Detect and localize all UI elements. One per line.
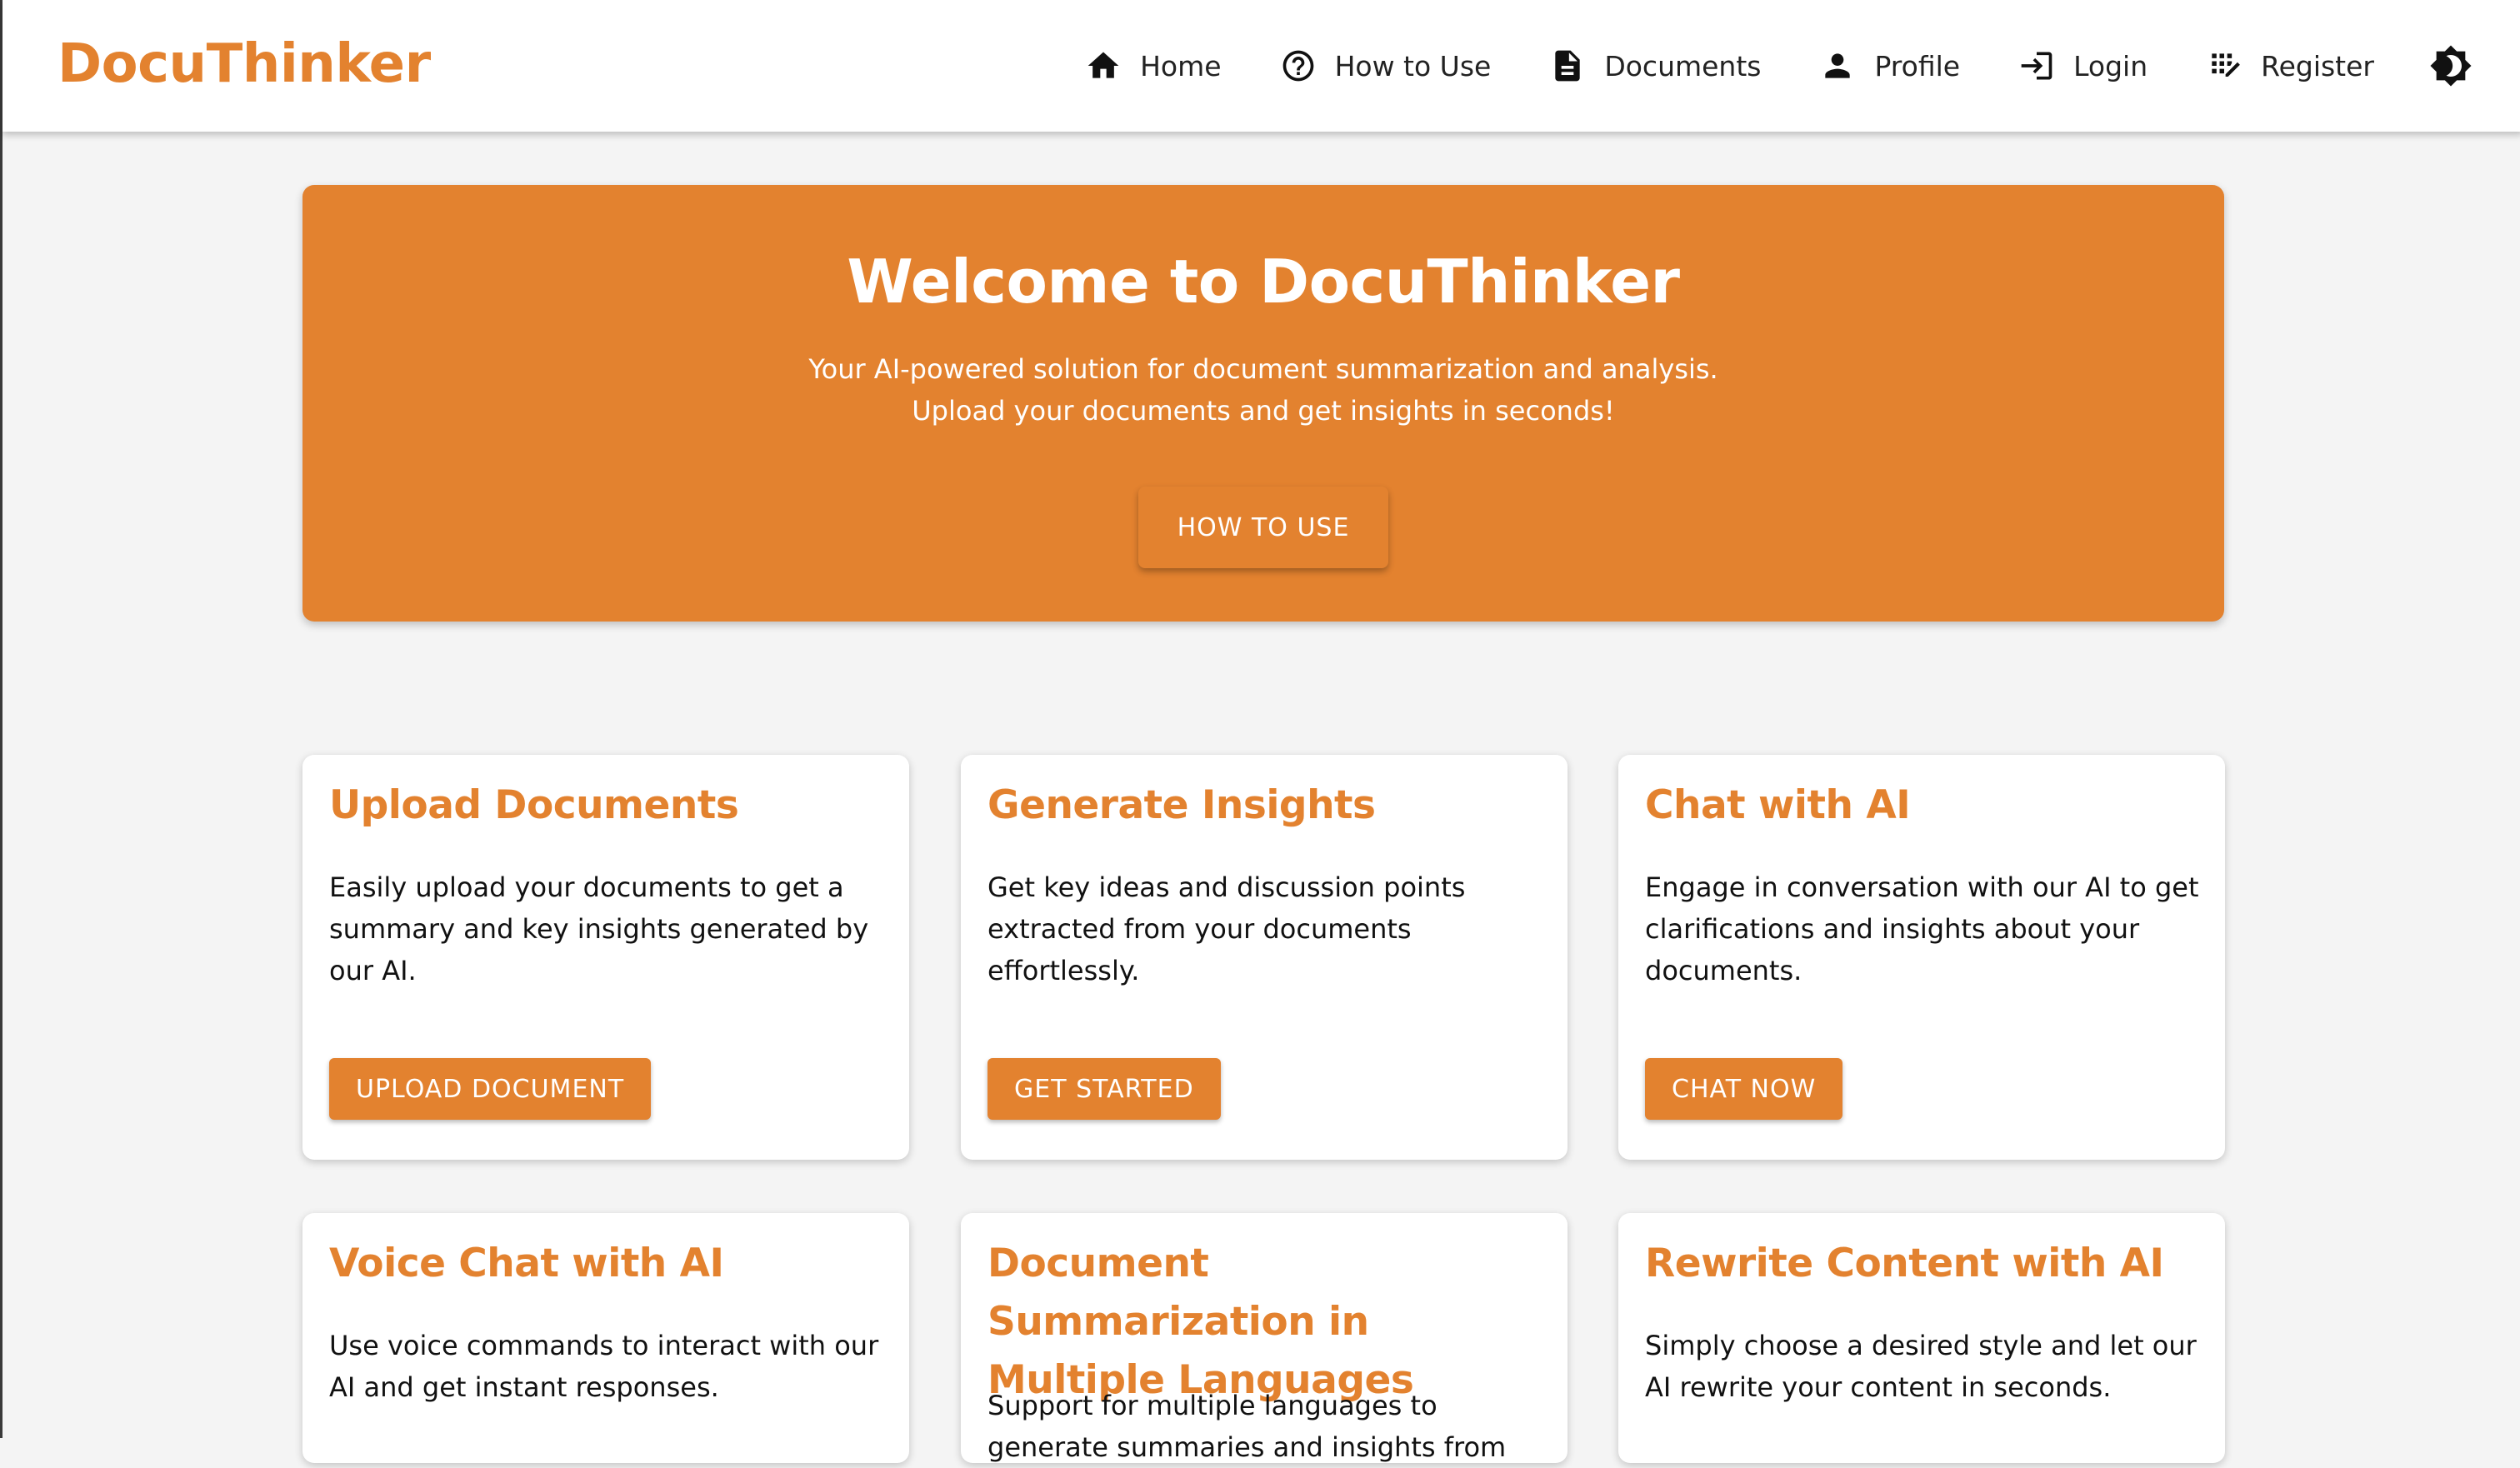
feature-card-rewrite: Rewrite Content with AI Simply choose a … [1618,1213,2225,1463]
feature-card-insights: Generate Insights Get key ideas and disc… [961,755,1568,1160]
nav-item-register[interactable]: Register [2206,47,2374,84]
nav-item-label: How to Use [1334,49,1492,82]
hero-title: Welcome to DocuThinker [847,247,1680,317]
home-icon [1088,52,1119,78]
feature-card-upload: Upload Documents Easily upload your docu… [302,755,909,1160]
top-navbar: DocuThinker Home How to Use Documents Pr… [2,0,2520,132]
help-circle-icon [1282,50,1313,82]
login-icon [2021,52,2052,80]
document-icon [1555,50,1580,82]
card-title: Voice Chat with AI [329,1241,724,1286]
app-frame: DocuThinker Home How to Use Documents Pr… [0,0,2520,1463]
feature-card-voice-chat: Voice Chat with AI Use voice commands to… [302,1213,909,1463]
card-title: Document Summarization in Multiple Langu… [988,1241,1414,1403]
nav-item-label: Login [2073,49,2148,82]
card-description: Use voice commands to interact with our … [329,1330,879,1403]
nav-item-label: Register [2261,49,2374,82]
card-description: Simply choose a desired style and let ou… [1645,1330,2197,1403]
upload-document-button[interactable]: UPLOAD DOCUMENT [329,1058,652,1120]
get-started-button[interactable]: GET STARTED [988,1058,1221,1120]
card-description: Support for multiple languages to genera… [988,1390,1507,1463]
nav-item-label: Profile [1874,49,1961,82]
card-title: Rewrite Content with AI [1645,1241,2164,1286]
card-title: Upload Documents [329,782,739,828]
welcome-hero: Welcome to DocuThinker Your AI-powered s… [302,185,2224,622]
brand-logo[interactable]: DocuThinker [58,33,431,95]
brightness-icon [2430,45,2472,87]
nav-item-profile[interactable]: Profile [1819,47,1960,84]
theme-toggle-button[interactable] [2429,44,2472,87]
person-icon [1825,53,1851,78]
hero-subtitle: Your AI-powered solution for document su… [302,348,2224,432]
feature-card-chat: Chat with AI Engage in conversation with… [1618,755,2225,1160]
hero-subtitle-line: Your AI-powered solution for document su… [808,353,1718,385]
feature-card-multilanguage: Document Summarization in Multiple Langu… [961,1213,1568,1463]
how-to-use-button[interactable]: HOW TO USE [1138,487,1388,568]
card-title: Generate Insights [988,782,1376,828]
card-title: Chat with AI [1645,782,1911,828]
nav-item-documents[interactable]: Documents [1549,47,1761,84]
nav-item-label: Documents [1604,49,1762,82]
hero-subtitle-line: Upload your documents and get insights i… [912,395,1615,427]
nav-item-label: Home [1140,49,1222,82]
chat-now-button[interactable]: CHAT NOW [1645,1058,1843,1120]
card-description: Easily upload your documents to get a su… [329,871,869,986]
card-description: Get key ideas and discussion points extr… [988,871,1466,986]
nav-menu: Home How to Use Documents Profile Login … [1027,0,2472,132]
nav-item-how-to-use[interactable]: How to Use [1280,47,1492,84]
nav-item-login[interactable]: Login [2018,47,2148,84]
nav-item-home[interactable]: Home [1085,47,1222,84]
register-icon [2212,53,2241,77]
card-description: Engage in conversation with our AI to ge… [1645,871,2199,986]
